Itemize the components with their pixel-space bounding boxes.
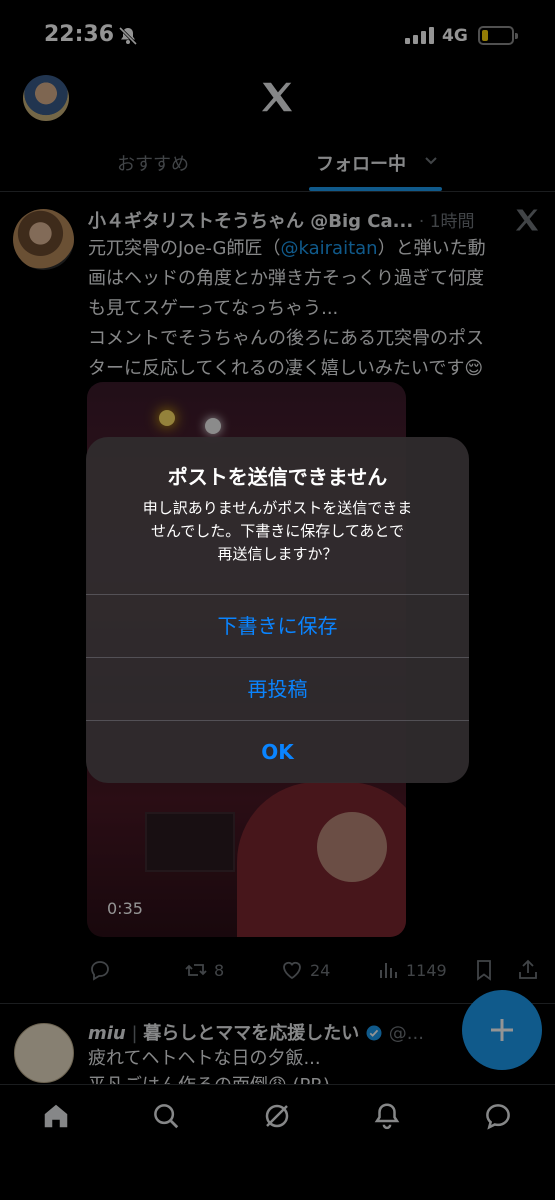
alert-message: 申し訳ありませんがポストを送信できま せんでした。下書きに保存してあとで 再送信… [142, 499, 413, 563]
send-failed-alert: ポストを送信できません 申し訳ありませんがポストを送信できま せんでした。下書き… [86, 437, 469, 783]
ok-button[interactable]: OK [86, 720, 469, 783]
save-draft-button[interactable]: 下書きに保存 [86, 594, 469, 657]
alert-title: ポストを送信できません [167, 465, 388, 489]
repost-retry-button[interactable]: 再投稿 [86, 657, 469, 720]
